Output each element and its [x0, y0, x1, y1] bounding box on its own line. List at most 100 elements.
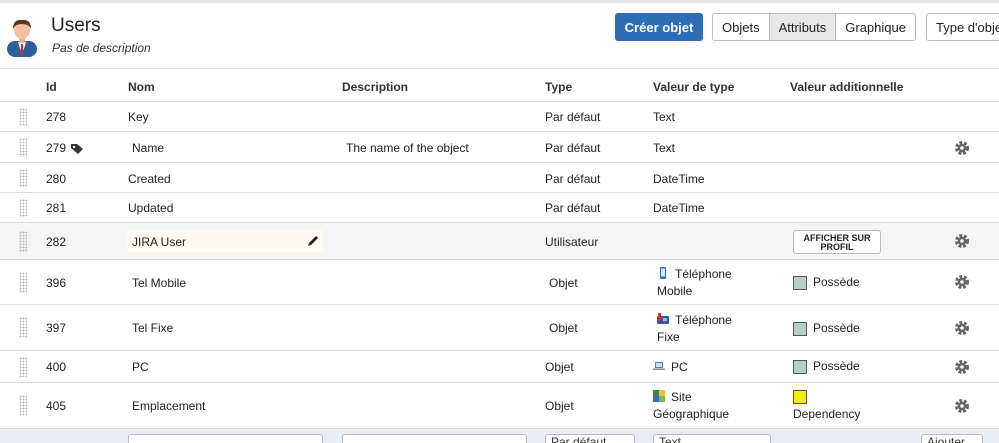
new-type-value-select[interactable]: Text	[653, 434, 771, 443]
table-row[interactable]: 281 Updated Par défaut DateTime	[0, 193, 999, 223]
row-additional-swatch	[793, 388, 813, 404]
row-id: 279	[46, 140, 84, 156]
user-avatar-icon	[7, 19, 37, 57]
row-additional: Possède	[793, 274, 860, 290]
type-value-text: PC	[671, 360, 688, 374]
view-switcher: Objets Attributs Graphique	[712, 13, 916, 41]
column-id[interactable]: Id	[46, 80, 57, 94]
row-id: 405	[46, 399, 67, 413]
color-swatch	[793, 359, 807, 374]
row-name[interactable]: JIRA User	[132, 234, 186, 250]
row-type: Objet	[549, 321, 578, 335]
color-swatch	[793, 275, 807, 290]
row-type-value: DateTime	[653, 201, 705, 215]
new-type-select[interactable]: Par défaut	[545, 434, 635, 443]
additional-label: Possède	[813, 275, 860, 289]
row-id: 281	[46, 201, 67, 215]
add-button[interactable]: Ajouter	[921, 434, 983, 443]
show-on-profile-badge[interactable]: AFFICHER SUR PROFIL	[793, 230, 881, 254]
row-type: Par défaut	[545, 110, 601, 124]
row-id: 280	[46, 172, 67, 186]
row-type: Objet	[545, 360, 574, 374]
row-name: Name	[132, 141, 165, 155]
row-name: Tel Fixe	[132, 321, 174, 335]
label-tag-icon	[71, 143, 84, 154]
gear-icon[interactable]	[954, 140, 970, 156]
map-icon	[653, 390, 665, 402]
gear-icon[interactable]	[954, 359, 970, 375]
page-title: Users	[51, 15, 101, 36]
table-row[interactable]: 400 PC Objet PC Possède	[0, 351, 999, 383]
drag-handle[interactable]	[19, 272, 27, 293]
row-type: Objet	[545, 399, 574, 413]
column-type[interactable]: Type	[545, 80, 572, 94]
row-description: The name of the object	[346, 141, 469, 155]
tab-graph[interactable]: Graphique	[836, 14, 915, 40]
gear-icon[interactable]	[954, 233, 970, 249]
drag-handle[interactable]	[19, 108, 27, 126]
row-id: 278	[46, 110, 67, 124]
row-type: Utilisateur	[545, 235, 599, 249]
row-name: PC	[132, 360, 149, 374]
pencil-icon[interactable]	[306, 234, 320, 248]
column-name[interactable]: Nom	[128, 80, 155, 94]
tab-objects[interactable]: Objets	[713, 14, 770, 40]
row-type: Par défaut	[545, 201, 601, 215]
additional-label: Possède	[813, 321, 860, 335]
drag-handle[interactable]	[19, 231, 27, 252]
row-type: Par défaut	[545, 172, 601, 186]
drag-handle[interactable]	[19, 395, 27, 416]
gear-icon[interactable]	[954, 274, 970, 290]
new-description-input[interactable]	[342, 434, 527, 443]
row-id-text: 279	[46, 141, 67, 155]
table-row[interactable]: 280 Created Par défaut DateTime	[0, 163, 999, 193]
type-value-line2: Fixe	[657, 330, 680, 344]
new-name-input[interactable]	[128, 434, 323, 443]
desk-phone-icon	[657, 313, 669, 324]
row-type-value: Téléphone	[657, 266, 732, 282]
additional-label: Possède	[813, 359, 860, 373]
gear-icon[interactable]	[954, 320, 970, 336]
object-type-header: Users Pas de description Créer objet Obj…	[0, 3, 999, 67]
create-object-button[interactable]: Créer objet	[615, 13, 703, 41]
table-row[interactable]: 397 Tel Fixe Objet Téléphone Fixe Possèd…	[0, 305, 999, 351]
row-id: 396	[46, 276, 67, 290]
row-type-value: PC	[653, 359, 688, 375]
page-description: Pas de description	[52, 41, 151, 55]
object-type-button[interactable]: Type d'objet	[926, 13, 999, 41]
type-value-line1: Téléphone	[675, 267, 732, 281]
row-type-value: Text	[653, 110, 676, 124]
type-value-line2: Géographique	[653, 407, 730, 421]
column-additional-value[interactable]: Valeur additionnelle	[790, 80, 903, 94]
drag-handle[interactable]	[19, 199, 27, 217]
table-row[interactable]: 279 Name The name of the object Par défa…	[0, 132, 999, 163]
row-type-value: DateTime	[653, 172, 705, 186]
gear-icon[interactable]	[954, 398, 970, 414]
tab-attributes[interactable]: Attributs	[769, 14, 837, 40]
drag-handle[interactable]	[19, 169, 27, 187]
row-name: Emplacement	[132, 399, 206, 413]
laptop-icon	[653, 362, 665, 370]
row-id: 397	[46, 321, 67, 335]
column-description[interactable]: Description	[342, 80, 408, 94]
add-attribute-row: Par défaut Text Ajouter	[0, 429, 999, 443]
row-name: Updated	[128, 201, 174, 215]
color-swatch	[793, 321, 807, 336]
row-name: Key	[128, 110, 149, 124]
mobile-phone-icon	[660, 267, 666, 279]
column-type-value[interactable]: Valeur de type	[653, 80, 734, 94]
type-value-line2: Mobile	[657, 284, 693, 298]
row-type-value: Téléphone	[657, 312, 732, 328]
drag-handle[interactable]	[19, 357, 27, 377]
table-row[interactable]: 278 Key Par défaut Text	[0, 102, 999, 132]
row-type: Objet	[549, 276, 578, 290]
table-row[interactable]: 396 Tel Mobile Objet Téléphone Mobile Po…	[0, 260, 999, 305]
drag-handle[interactable]	[19, 317, 27, 338]
row-additional: Possède	[793, 358, 860, 374]
row-name: Created	[128, 172, 171, 186]
color-swatch	[793, 389, 807, 404]
table-row[interactable]: 405 Emplacement Objet Site Géographique …	[0, 383, 999, 429]
row-name: Tel Mobile	[132, 276, 187, 290]
table-row[interactable]: 282 JIRA User Utilisateur AFFICHER SUR P…	[0, 223, 999, 260]
drag-handle[interactable]	[19, 138, 27, 157]
